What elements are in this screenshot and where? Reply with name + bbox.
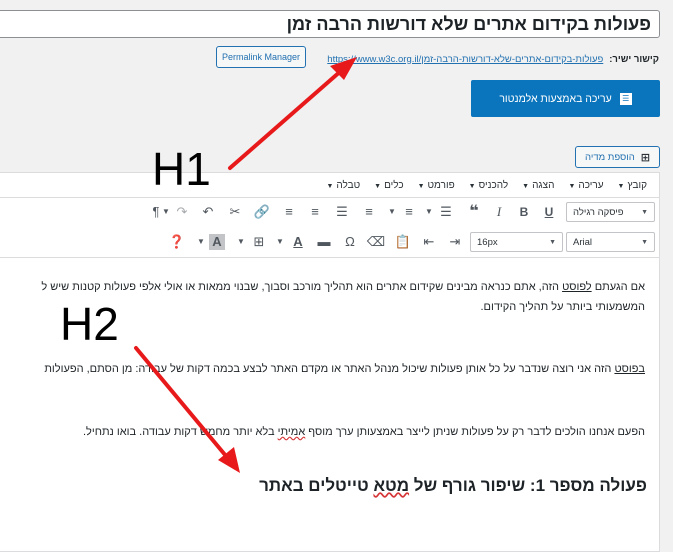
italic-icon[interactable]: I	[489, 202, 509, 222]
menu-view[interactable]: הצגה▼	[522, 180, 554, 191]
paragraph-1-line-1: אם הגעתם לפוסט הזה, אתם כנראה מבינים שקי…	[41, 281, 645, 293]
align-left-icon[interactable]: ≡	[359, 202, 379, 222]
background-color-icon[interactable]: A	[209, 234, 225, 250]
undo-icon[interactable]: ↶	[198, 202, 218, 222]
add-media-icon: ⊞	[640, 151, 650, 164]
chevron-down-icon: ▼	[641, 238, 648, 246]
menu-tools[interactable]: כלים▼	[374, 180, 403, 191]
special-character-icon[interactable]: Ω	[340, 232, 360, 252]
paragraph-1-line-2: המשמעותי ביותר על תהליך הקידום.	[480, 301, 645, 313]
menu-insert[interactable]: להכניס▼	[469, 180, 508, 191]
post-title-input[interactable]: פעולות בקידום אתרים שלא דורשות הרבה זמן	[0, 10, 660, 38]
bold-icon[interactable]: B	[514, 202, 534, 222]
chevron-down-icon: ▼	[641, 208, 648, 216]
align-center-icon[interactable]: ≡	[305, 202, 325, 222]
editor-menubar: קובץ▼ עריכה▼ הצגה▼ להכניס▼ פורמט▼ כלים▼ …	[0, 173, 659, 198]
outdent-icon[interactable]: ⇤	[419, 232, 439, 252]
permalink-label: קישור ישיר:	[609, 53, 659, 65]
chevron-down-icon[interactable]: ▼	[196, 232, 206, 252]
paragraph-format-select[interactable]: ▼ פיסקה רגילה	[566, 202, 655, 222]
chevron-down-icon[interactable]: ▼	[275, 232, 285, 252]
font-family-select[interactable]: ▼ Arial	[566, 232, 655, 252]
redo-icon[interactable]: ↷	[172, 202, 192, 222]
horizontal-line-icon[interactable]: ▬	[314, 232, 334, 252]
menu-format[interactable]: פורמט▼	[418, 180, 455, 191]
permalink-url-link[interactable]: https://www.w3c.org.il/פעולות-בקידום-אתר…	[327, 54, 603, 65]
chevron-down-icon[interactable]: ▼	[161, 202, 171, 222]
menu-edit[interactable]: עריכה▼	[568, 180, 603, 191]
align-justify-icon[interactable]: ☰	[332, 202, 352, 222]
edit-with-elementor-button[interactable]: ☰ עריכה באמצעות אלמנטור	[471, 80, 660, 117]
permalink-row: קישור ישיר: https://www.w3c.org.il/פעולו…	[327, 50, 659, 68]
link-icon[interactable]: 🔗	[252, 202, 272, 222]
clear-formatting-icon[interactable]: ⌫	[366, 232, 386, 252]
table-icon[interactable]: ⊞	[249, 232, 269, 252]
chevron-down-icon[interactable]: ▼	[387, 202, 397, 222]
numbered-list-icon[interactable]: ≡	[399, 202, 419, 222]
permalink-manager-button[interactable]: Permalink Manager	[216, 46, 306, 68]
add-media-label: הוספת מדיה	[585, 151, 635, 163]
classic-editor: קובץ▼ עריכה▼ הצגה▼ להכניס▼ פורמט▼ כלים▼ …	[0, 172, 660, 552]
blockquote-icon[interactable]: ❝	[464, 202, 484, 222]
menu-table[interactable]: טבלה▼	[326, 180, 360, 191]
chevron-down-icon[interactable]: ▼	[424, 202, 434, 222]
h1-annotation-label: H1	[152, 143, 211, 195]
help-icon[interactable]: ❓	[167, 232, 187, 252]
paste-as-text-icon[interactable]: 📋	[393, 232, 413, 252]
elementor-button-label: עריכה באמצעות אלמנטור	[499, 92, 612, 105]
h2-annotation-label: H2	[60, 298, 119, 350]
text-color-icon[interactable]: A	[288, 232, 308, 252]
font-size-select[interactable]: ▼ 16px	[470, 232, 563, 252]
elementor-icon: ☰	[619, 92, 632, 105]
toolbar-row-1: ▼ פיסקה רגילה U B I ❝ ☰ ▼ ≡ ▼ ≡ ☰ ≡ ≡ 🔗 …	[0, 197, 659, 227]
add-media-button[interactable]: ⊞ הוספת מדיה	[575, 146, 660, 168]
heading-2: פעולה מספר 1: שיפור גורף של מטא טייטלים …	[259, 476, 647, 495]
underline-icon[interactable]: U	[539, 202, 559, 222]
menu-file[interactable]: קובץ▼	[618, 180, 647, 191]
post-title-text: פעולות בקידום אתרים שלא דורשות הרבה זמן	[286, 14, 651, 34]
h1-arrow	[228, 57, 357, 170]
chevron-down-icon[interactable]: ▼	[236, 232, 246, 252]
paragraph-2: בפוסט הזה אני רוצה שנדבר על כל אותן פעול…	[44, 363, 645, 375]
paragraph-3: הפעם אנחנו הולכים לדבר רק על פעולות שנית…	[82, 426, 645, 438]
chevron-down-icon: ▼	[549, 238, 556, 246]
align-right-icon[interactable]: ≡	[279, 202, 299, 222]
indent-icon[interactable]: ⇥	[445, 232, 465, 252]
toolbar-row-2: ▼ Arial ▼ 16px ⇥ ⇤ 📋 ⌫ Ω ▬ A ▼ ⊞ ▼ A ▼ ❓	[0, 227, 659, 258]
unlink-icon[interactable]: ✂	[225, 202, 245, 222]
bulleted-list-icon[interactable]: ☰	[436, 202, 456, 222]
